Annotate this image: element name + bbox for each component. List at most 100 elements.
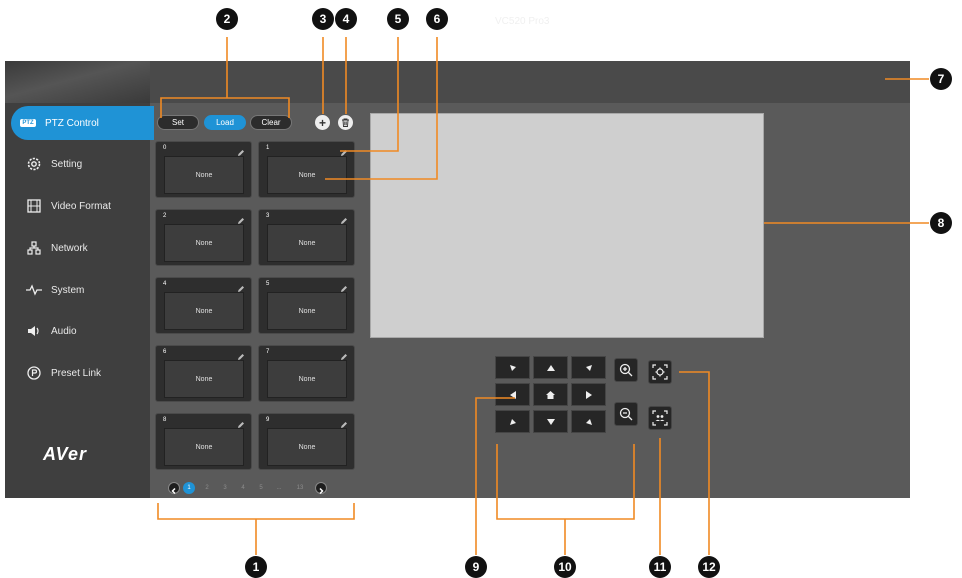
preset-card-header: 3: [259, 210, 354, 224]
prev-page-icon[interactable]: [168, 482, 180, 495]
pencil-icon[interactable]: [237, 212, 245, 224]
preset-thumbnail: None: [164, 224, 244, 262]
page-1[interactable]: 1: [183, 482, 195, 494]
preset-name: None: [195, 375, 213, 383]
page-13[interactable]: 13: [291, 482, 309, 494]
sidebar-item-label: Preset Link: [51, 367, 102, 379]
plus-icon[interactable]: +: [315, 115, 330, 130]
preset-card-header: 5: [259, 278, 354, 292]
pencil-icon[interactable]: [340, 348, 348, 360]
pencil-icon[interactable]: [340, 212, 348, 224]
preset-card-header: 1: [259, 142, 354, 156]
page-title: VC520 Pro3: [495, 16, 550, 27]
preset-card-header: 2: [156, 210, 251, 224]
pencil-icon[interactable]: [237, 280, 245, 292]
pencil-icon[interactable]: [340, 416, 348, 428]
gear-icon: [25, 155, 43, 173]
zoom-in-icon[interactable]: [614, 358, 638, 382]
pan-down-left-button[interactable]: [495, 410, 530, 433]
pencil-icon[interactable]: [340, 144, 348, 156]
preset-thumbnail: None: [164, 156, 244, 194]
preset-name: None: [298, 443, 316, 451]
pan-down-right-button[interactable]: [571, 410, 606, 433]
preset-name: None: [298, 307, 316, 315]
preset-number: 2: [163, 213, 167, 219]
preset-name: None: [195, 307, 213, 315]
callout-2: 2: [216, 8, 238, 30]
pan-left-button[interactable]: [495, 383, 530, 406]
page-5[interactable]: 5: [255, 482, 267, 494]
pencil-icon[interactable]: [237, 416, 245, 428]
callout-11: 11: [649, 556, 671, 578]
video-preview: [370, 113, 764, 338]
preset-card-header: 0: [156, 142, 251, 156]
callout-12: 12: [698, 556, 720, 578]
preset-number: 8: [163, 417, 167, 423]
callout-8: 8: [930, 212, 952, 234]
preset-card-header: 9: [259, 414, 354, 428]
preset-link-icon: [25, 364, 43, 382]
preset-card-1[interactable]: 1 None: [258, 141, 355, 198]
zoom-out-icon[interactable]: [614, 402, 638, 426]
auto-focus-icon[interactable]: [648, 360, 672, 384]
load-button[interactable]: Load: [204, 115, 246, 130]
auto-framing-icon[interactable]: [648, 406, 672, 430]
pagination: 1 2 3 4 5 ... 13: [168, 482, 327, 495]
sidebar-item-label: Video Format: [51, 200, 111, 212]
sidebar-item-setting[interactable]: Setting: [13, 147, 150, 181]
sidebar-item-label: PTZ Control: [45, 117, 99, 129]
preset-thumbnail: None: [267, 428, 347, 466]
preset-card-4[interactable]: 4 None: [155, 277, 252, 334]
callout-6: 6: [426, 8, 448, 30]
callout-5: 5: [387, 8, 409, 30]
pan-up-left-button[interactable]: [495, 356, 530, 379]
preset-card-9[interactable]: 9 None: [258, 413, 355, 470]
trash-icon[interactable]: [338, 115, 353, 130]
clear-button[interactable]: Clear: [250, 115, 292, 130]
preset-card-2[interactable]: 2 None: [155, 209, 252, 266]
preset-card-7[interactable]: 7 None: [258, 345, 355, 402]
sidebar-item-preset-link[interactable]: Preset Link: [13, 356, 150, 390]
pan-right-button[interactable]: [571, 383, 606, 406]
preset-card-5[interactable]: 5 None: [258, 277, 355, 334]
next-page-icon[interactable]: [315, 482, 327, 495]
preset-card-6[interactable]: 6 None: [155, 345, 252, 402]
callout-7: 7: [930, 68, 952, 90]
page-4[interactable]: 4: [237, 482, 249, 494]
preset-card-3[interactable]: 3 None: [258, 209, 355, 266]
preset-card-header: 4: [156, 278, 251, 292]
pan-up-right-button[interactable]: [571, 356, 606, 379]
preset-name: None: [195, 443, 213, 451]
preset-card-header: 8: [156, 414, 251, 428]
preset-thumbnail: None: [164, 428, 244, 466]
preset-name: None: [298, 171, 316, 179]
sidebar-item-network[interactable]: Network: [13, 231, 150, 265]
sidebar-item-label: Audio: [51, 325, 77, 337]
preset-card-8[interactable]: 8 None: [155, 413, 252, 470]
pencil-icon[interactable]: [340, 280, 348, 292]
preset-thumbnail: None: [267, 224, 347, 262]
home-button[interactable]: [533, 383, 568, 406]
sidebar-header: [5, 61, 150, 103]
preset-number: 5: [266, 281, 270, 287]
logout-icon[interactable]: [866, 14, 880, 28]
sidebar-item-video-format[interactable]: Video Format: [13, 189, 150, 223]
sidebar-item-ptz-control[interactable]: PTZ PTZ Control: [11, 106, 154, 140]
pan-down-button[interactable]: [533, 410, 568, 433]
speaker-icon: [25, 322, 43, 340]
pencil-icon[interactable]: [237, 348, 245, 360]
preset-name: None: [298, 239, 316, 247]
sidebar-item-audio[interactable]: Audio: [13, 314, 150, 348]
callout-1: 1: [245, 556, 267, 578]
preset-card-0[interactable]: 0 None: [155, 141, 252, 198]
preset-thumbnail: None: [267, 156, 347, 194]
pan-up-button[interactable]: [533, 356, 568, 379]
pencil-icon[interactable]: [237, 144, 245, 156]
set-button[interactable]: Set: [157, 115, 199, 130]
preset-name: None: [195, 171, 213, 179]
title-bar: [150, 61, 910, 103]
page-2[interactable]: 2: [201, 482, 213, 494]
sidebar-item-label: Setting: [51, 158, 83, 170]
sidebar-item-system[interactable]: System: [13, 273, 150, 307]
page-3[interactable]: 3: [219, 482, 231, 494]
